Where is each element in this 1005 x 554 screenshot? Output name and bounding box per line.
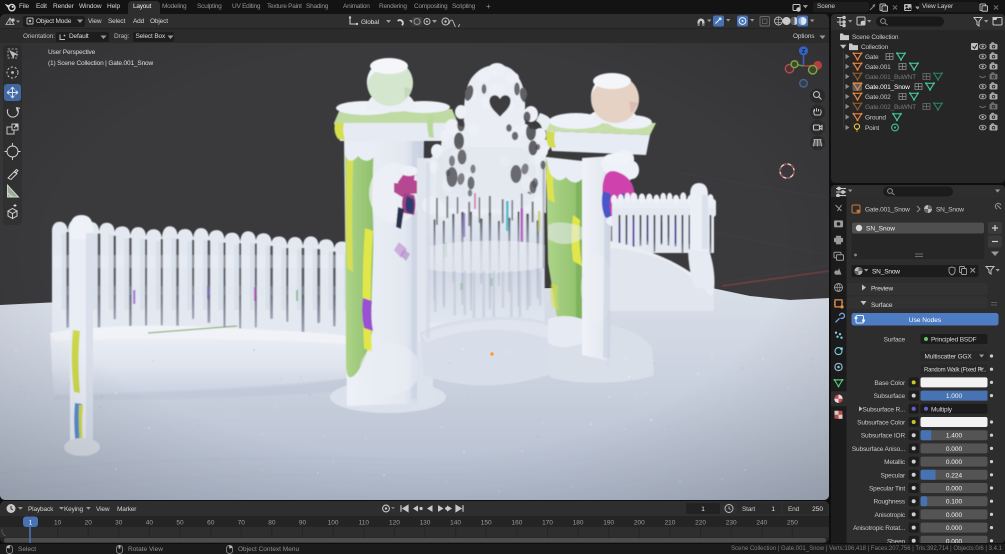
svg-text:Anisotropic Rotat...: Anisotropic Rotat... — [853, 525, 905, 532]
svg-text:Point: Point — [865, 125, 879, 132]
svg-text:40: 40 — [146, 520, 154, 527]
svg-text:Surface: Surface — [884, 337, 906, 344]
svg-text:Collection: Collection — [861, 44, 889, 51]
svg-text:230: 230 — [726, 520, 737, 527]
svg-text:190: 190 — [603, 520, 614, 527]
svg-text:1.400: 1.400 — [946, 433, 963, 440]
svg-text:Ground: Ground — [865, 115, 886, 122]
svg-text:Subsurface R...: Subsurface R... — [862, 406, 905, 413]
svg-text:Gate.001: Gate.001 — [865, 64, 891, 71]
svg-text:Multiscatter GGX: Multiscatter GGX — [925, 354, 973, 361]
svg-text:0.000: 0.000 — [946, 525, 963, 532]
svg-text:90: 90 — [299, 520, 307, 527]
svg-text:Marker: Marker — [117, 506, 137, 513]
svg-text:Multiply: Multiply — [931, 406, 953, 413]
svg-text:Subsurface: Subsurface — [874, 393, 906, 400]
svg-text:220: 220 — [695, 520, 706, 527]
svg-text:Gate.001_BuWNT: Gate.001_BuWNT — [865, 74, 916, 81]
svg-text:70: 70 — [238, 520, 246, 527]
svg-text:0.000: 0.000 — [946, 459, 963, 466]
svg-text:80: 80 — [268, 520, 276, 527]
svg-text:250: 250 — [812, 506, 823, 513]
svg-text:Specular Tint: Specular Tint — [869, 486, 905, 493]
svg-text:0.000: 0.000 — [946, 486, 963, 493]
svg-text:60: 60 — [207, 520, 215, 527]
svg-text:110: 110 — [359, 520, 370, 527]
svg-text:Principled BSDF: Principled BSDF — [931, 337, 977, 344]
svg-text:30: 30 — [115, 520, 123, 527]
svg-text:1: 1 — [771, 506, 775, 513]
svg-text:100: 100 — [328, 520, 339, 527]
svg-text:1.000: 1.000 — [946, 393, 963, 400]
svg-text:20: 20 — [85, 520, 93, 527]
svg-text:Subsurface Aniso...: Subsurface Aniso... — [852, 446, 905, 453]
svg-text:View: View — [96, 506, 110, 513]
svg-text:210: 210 — [665, 520, 676, 527]
svg-text:Subsurface IOR: Subsurface IOR — [861, 433, 906, 440]
svg-text:Anisotropic: Anisotropic — [874, 512, 905, 519]
svg-text:180: 180 — [573, 520, 584, 527]
svg-text:250: 250 — [787, 520, 798, 527]
svg-text:Use Nodes: Use Nodes — [909, 317, 942, 324]
svg-text:Playback: Playback — [28, 506, 54, 513]
svg-text:Gate.001_Snow: Gate.001_Snow — [865, 207, 910, 214]
svg-text:10: 10 — [54, 520, 62, 527]
svg-text:SN_Snow: SN_Snow — [866, 226, 895, 233]
svg-text:50: 50 — [176, 520, 184, 527]
svg-text:Gate: Gate — [865, 54, 879, 61]
svg-text:1: 1 — [29, 520, 33, 527]
svg-text:0.000: 0.000 — [946, 512, 963, 519]
svg-text:Random Walk (Fixed R...: Random Walk (Fixed R... — [924, 368, 987, 374]
svg-text:Subsurface Color: Subsurface Color — [857, 420, 906, 427]
svg-text:150: 150 — [481, 520, 492, 527]
svg-text:130: 130 — [420, 520, 431, 527]
svg-text:120: 120 — [389, 520, 400, 527]
svg-text:SN_Snow: SN_Snow — [936, 207, 964, 214]
svg-text:Surface: Surface — [871, 302, 893, 309]
svg-text:1: 1 — [701, 506, 705, 513]
svg-text:Specular: Specular — [881, 472, 906, 479]
svg-text:Roughness: Roughness — [873, 499, 905, 506]
svg-text:End: End — [788, 506, 800, 513]
svg-text:Scene Collection: Scene Collection — [852, 34, 899, 41]
svg-text:Start: Start — [742, 506, 755, 513]
svg-text:Preview: Preview — [871, 286, 894, 293]
svg-text:0.000: 0.000 — [946, 538, 963, 543]
svg-text:Base Color: Base Color — [874, 380, 906, 387]
svg-text:0.100: 0.100 — [946, 499, 963, 506]
svg-text:140: 140 — [450, 520, 461, 527]
svg-text:Keying: Keying — [64, 506, 84, 513]
svg-text:0.000: 0.000 — [946, 446, 963, 453]
svg-text:170: 170 — [542, 520, 553, 527]
svg-text:Gate.002_BuWNT: Gate.002_BuWNT — [865, 104, 916, 111]
svg-text:SN_Snow: SN_Snow — [872, 269, 900, 276]
svg-text:0.224: 0.224 — [946, 472, 963, 479]
svg-text:User Perspective: User Perspective — [48, 49, 96, 56]
svg-text:240: 240 — [756, 520, 767, 527]
svg-text:160: 160 — [511, 520, 522, 527]
svg-text:200: 200 — [634, 520, 645, 527]
svg-text:Metallic: Metallic — [884, 459, 906, 466]
svg-text:(1) Scene Collection | Gate.00: (1) Scene Collection | Gate.001_Snow — [48, 60, 154, 67]
svg-text:Gate.001_Snow: Gate.001_Snow — [865, 84, 910, 91]
svg-text:Sheen: Sheen — [887, 538, 906, 543]
svg-text:Gate.002: Gate.002 — [865, 94, 891, 101]
svg-text:Global: Global — [361, 19, 380, 26]
